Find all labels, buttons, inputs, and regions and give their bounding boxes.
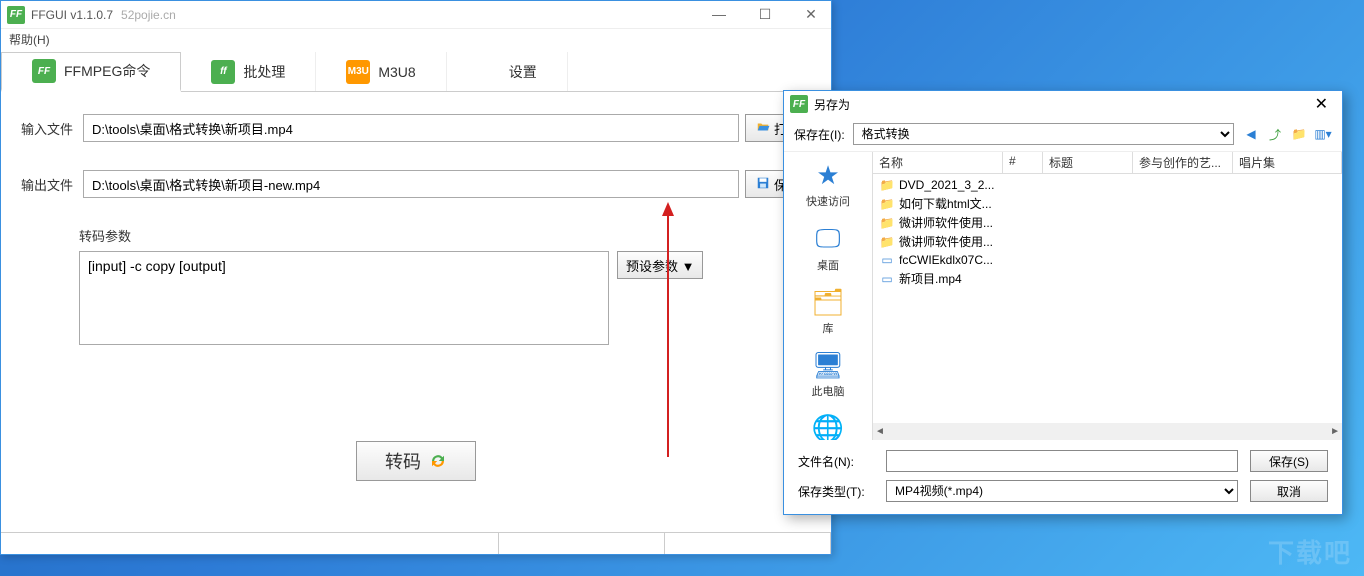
params-textarea[interactable] — [79, 251, 609, 345]
file-item-label: fcCWIEkdlx07C... — [899, 253, 993, 267]
filetype-label: 保存类型(T): — [798, 483, 874, 500]
app-icon: FF — [7, 6, 25, 24]
transcode-button[interactable]: 转码 — [356, 441, 476, 481]
ffgui-window: FF FFGUI v1.1.0.7 52pojie.cn — ☐ ✕ 帮助(H)… — [0, 0, 832, 555]
place-pc-label: 此电脑 — [811, 383, 844, 399]
desktop-icon: 🖵 — [815, 223, 840, 255]
file-item-label: DVD_2021_3_2... — [899, 178, 994, 192]
preset-button[interactable]: 预设参数 ▼ — [617, 251, 703, 279]
place-desktop-label: 桌面 — [817, 257, 839, 273]
place-libraries[interactable]: 🗂库 — [811, 287, 844, 336]
titlebar: FF FFGUI v1.1.0.7 52pojie.cn — ☐ ✕ — [1, 1, 831, 29]
file-item[interactable]: 📁微讲师软件使用... — [873, 232, 1342, 251]
ffmpeg-icon: FF — [32, 59, 56, 83]
window-title: FFGUI v1.1.0.7 — [31, 8, 113, 22]
folder-icon: 📁 — [879, 215, 895, 231]
params-label: 转码参数 — [79, 226, 811, 245]
place-libs-label: 库 — [822, 320, 833, 336]
save-as-dialog: FF 另存为 ✕ 保存在(I): 格式转换 ◀ ⤴ 📁 ▥▾ ★ 快速访问 🖵 桌面… — [783, 90, 1343, 515]
col-album[interactable]: 唱片集 — [1233, 152, 1342, 173]
close-button[interactable]: ✕ — [797, 6, 825, 23]
menu-help[interactable]: 帮助(H) — [1, 29, 831, 52]
up-icon[interactable]: ⤴ — [1266, 125, 1284, 143]
col-artists[interactable]: 参与创作的艺... — [1133, 152, 1233, 173]
place-desktop[interactable]: 🖵 桌面 — [815, 223, 840, 273]
place-quick-label: 快速访问 — [806, 193, 850, 209]
file-item[interactable]: 📁 DVD_2021_3_2... — [873, 176, 1342, 194]
tab-ffmpeg[interactable]: FF FFMPEG命令 — [1, 52, 181, 92]
place-quick[interactable]: ★ 快速访问 — [806, 160, 850, 209]
tab-settings-label: 设置 — [509, 62, 537, 82]
place-network[interactable]: 🌐网络 — [812, 413, 844, 440]
libraries-icon: 🗂 — [811, 287, 844, 318]
floppy-icon — [756, 176, 770, 193]
file-list[interactable]: 📁DVD_2021_3_2...📁如何下载html文...📁微讲师软件使用...… — [873, 174, 1342, 423]
file-item-label: 微讲师软件使用... — [899, 214, 993, 231]
gear-icon: ⚙ — [477, 60, 501, 84]
network-icon: 🌐 — [812, 413, 844, 440]
filename-input[interactable] — [886, 450, 1238, 472]
tab-settings[interactable]: ⚙ 设置 — [447, 52, 568, 91]
watermark: 下载吧 — [1268, 533, 1352, 570]
place-thispc[interactable]: 🖥 此电脑 — [811, 350, 844, 399]
file-item[interactable]: 📁微讲师软件使用... — [873, 213, 1342, 232]
loop-icon — [429, 452, 447, 470]
statusbar — [1, 532, 831, 554]
tabs: FF FFMPEG命令 ff 批处理 M3U M3U8 ⚙ 设置 — [1, 52, 831, 92]
input-file-label: 输入文件 — [21, 119, 77, 138]
dialog-save-button[interactable]: 保存(S) — [1250, 450, 1328, 472]
folder-icon: 📁 — [879, 234, 895, 250]
file-item[interactable]: ▭新项目.mp4 — [873, 269, 1342, 288]
dialog-cancel-button[interactable]: 取消 — [1250, 480, 1328, 502]
folder-icon: 📁 — [879, 177, 895, 193]
places-bar: ★快速访问 🖵桌面 🗂库 🖥此电脑 🌐网络 — [784, 152, 872, 440]
col-name[interactable]: 名称 — [873, 152, 1003, 173]
filename-label: 文件名(N): — [798, 453, 874, 470]
file-list-pane: 名称 # 标题 参与创作的艺... 唱片集 📁DVD_2021_3_2...📁如… — [872, 152, 1342, 440]
filetype-dropdown[interactable]: MP4视频(*.mp4) — [886, 480, 1238, 502]
folder-icon: 📁 — [879, 196, 895, 212]
dialog-close-button[interactable]: ✕ — [1307, 94, 1336, 114]
tab-ffmpeg-label: FFMPEG命令 — [64, 61, 150, 81]
tab-batch[interactable]: ff 批处理 — [181, 52, 316, 91]
col-title[interactable]: 标题 — [1043, 152, 1133, 173]
col-num[interactable]: # — [1003, 152, 1043, 173]
batch-icon: ff — [211, 60, 235, 84]
form-area: 输入文件 打开 输出文件 保存 转码参数 预设参数 ▼ — [1, 92, 831, 481]
newfolder-icon[interactable]: 📁 — [1290, 125, 1308, 143]
file-icon: ▭ — [879, 252, 895, 268]
minimize-button[interactable]: — — [705, 6, 733, 23]
back-icon[interactable]: ◀ — [1242, 125, 1260, 143]
tab-m3u8[interactable]: M3U M3U8 — [316, 52, 446, 91]
file-item-label: 新项目.mp4 — [899, 270, 962, 287]
maximize-button[interactable]: ☐ — [751, 6, 779, 23]
file-item[interactable]: ▭ fcCWIEkdlx07C... — [873, 251, 1342, 269]
horizontal-scrollbar[interactable]: ◄► — [873, 423, 1342, 440]
tab-batch-label: 批处理 — [243, 62, 285, 82]
output-file-label: 输出文件 — [21, 175, 77, 194]
computer-icon: 🖥 — [811, 350, 844, 381]
star-icon: ★ — [816, 160, 839, 191]
file-item-label: 如何下载html文... — [899, 195, 992, 212]
columns-header[interactable]: 名称 # 标题 参与创作的艺... 唱片集 — [873, 152, 1342, 174]
views-icon[interactable]: ▥▾ — [1314, 125, 1332, 143]
file-item[interactable]: 📁如何下载html文... — [873, 194, 1342, 213]
dialog-title: 另存为 — [814, 96, 850, 113]
m3u8-icon: M3U — [346, 60, 370, 84]
tab-m3u8-label: M3U8 — [378, 64, 415, 80]
window-subtitle: 52pojie.cn — [121, 8, 176, 22]
savein-label: 保存在(I): — [794, 126, 845, 143]
dialog-app-icon: FF — [790, 95, 808, 113]
savein-dropdown[interactable]: 格式转换 — [853, 123, 1234, 145]
input-file-field[interactable] — [83, 114, 739, 142]
file-item-label: 微讲师软件使用... — [899, 233, 993, 250]
file-icon: ▭ — [879, 271, 895, 287]
folder-open-icon — [756, 120, 770, 137]
output-file-field[interactable] — [83, 170, 739, 198]
transcode-label: 转码 — [385, 448, 421, 474]
